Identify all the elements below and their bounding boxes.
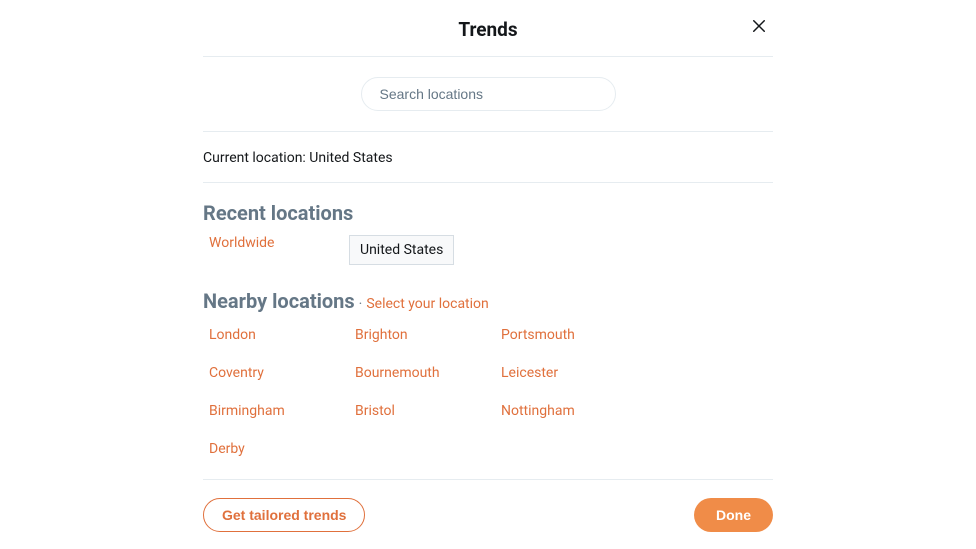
nearby-item-derby[interactable]: Derby bbox=[209, 441, 355, 457]
current-location-row: Current location: United States bbox=[203, 132, 773, 183]
recent-heading: Recent locations bbox=[203, 201, 773, 225]
modal-header: Trends bbox=[203, 10, 773, 57]
nearby-item-bristol[interactable]: Bristol bbox=[355, 403, 501, 419]
get-tailored-trends-button[interactable]: Get tailored trends bbox=[203, 498, 365, 532]
recent-items: Worldwide United States bbox=[203, 235, 773, 265]
search-input[interactable] bbox=[361, 77, 616, 111]
nearby-item-coventry[interactable]: Coventry bbox=[209, 365, 355, 381]
nearby-section: Nearby locations · Select your location … bbox=[203, 289, 773, 457]
recent-item-united-states[interactable]: United States bbox=[349, 235, 454, 265]
recent-section: Recent locations Worldwide United States bbox=[203, 183, 773, 265]
separator-dot: · bbox=[359, 296, 363, 312]
modal-footer: Get tailored trends Done bbox=[203, 479, 773, 532]
nearby-item-nottingham[interactable]: Nottingham bbox=[501, 403, 647, 419]
nearby-item-london[interactable]: London bbox=[209, 327, 355, 343]
nearby-item-brighton[interactable]: Brighton bbox=[355, 327, 501, 343]
close-button[interactable] bbox=[745, 12, 773, 40]
nearby-item-bournemouth[interactable]: Bournemouth bbox=[355, 365, 501, 381]
close-icon bbox=[750, 17, 768, 35]
nearby-item-portsmouth[interactable]: Portsmouth bbox=[501, 327, 647, 343]
nearby-item-birmingham[interactable]: Birmingham bbox=[209, 403, 355, 419]
current-location-label: Current location: bbox=[203, 150, 309, 166]
recent-item-worldwide[interactable]: Worldwide bbox=[203, 235, 349, 265]
nearby-grid: London Brighton Portsmouth Coventry Bour… bbox=[203, 327, 773, 457]
current-location-value: United States bbox=[309, 150, 392, 166]
search-row bbox=[203, 57, 773, 132]
select-location-link[interactable]: Select your location bbox=[366, 296, 488, 312]
modal-title: Trends bbox=[203, 18, 773, 41]
nearby-item-leicester[interactable]: Leicester bbox=[501, 365, 647, 381]
nearby-heading-row: Nearby locations · Select your location bbox=[203, 289, 773, 313]
nearby-heading: Nearby locations bbox=[203, 289, 355, 313]
done-button[interactable]: Done bbox=[694, 498, 773, 532]
trends-modal: Trends Current location: United States R… bbox=[203, 0, 773, 532]
